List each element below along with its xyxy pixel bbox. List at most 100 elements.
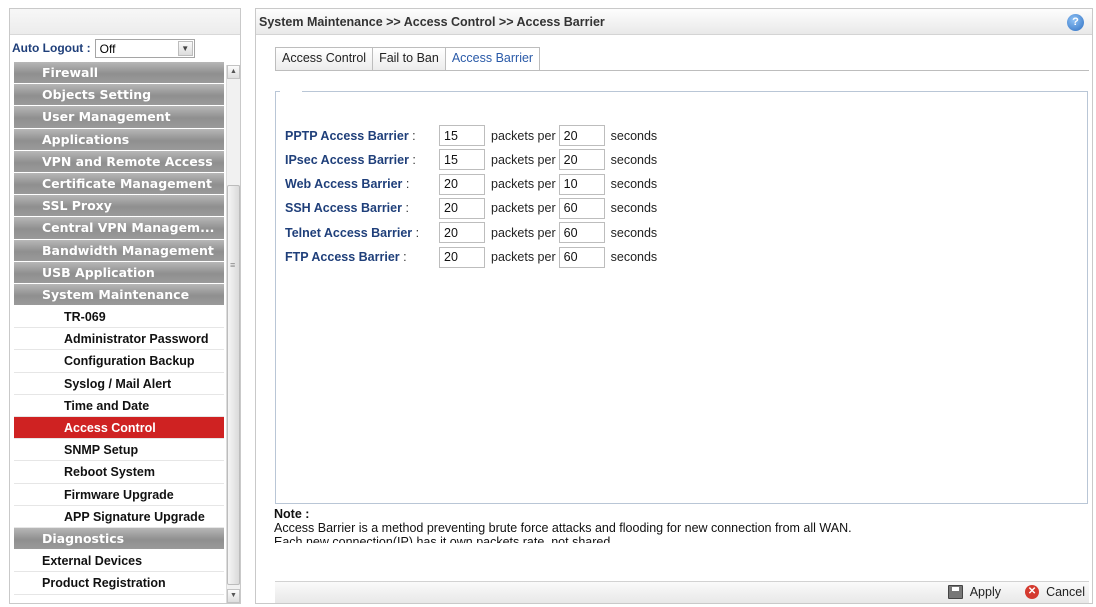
sidebar-item-firmware-upgrade[interactable]: Firmware Upgrade	[14, 483, 224, 506]
scrollbar-thumb[interactable]	[227, 185, 240, 585]
auto-logout-select[interactable]: Off ▼	[94, 38, 195, 58]
barrier-row: SSH Access Barrier : packets per seconds	[285, 197, 658, 219]
seconds-input[interactable]	[558, 246, 605, 268]
barrier-label-text: PPTP Access Barrier	[285, 128, 409, 143]
label-colon: :	[412, 225, 420, 240]
sidebar-item-time-and-date[interactable]: Time and Date	[14, 394, 224, 417]
sidebar-item-user-management[interactable]: User Management	[14, 106, 224, 129]
note-section: Note : Access Barrier is a method preven…	[274, 507, 1084, 543]
seconds-text: seconds	[610, 201, 658, 216]
barrier-label: Web Access Barrier :	[285, 177, 439, 191]
barrier-row: IPsec Access Barrier : packets per seconds	[285, 149, 658, 171]
seconds-input[interactable]	[558, 222, 605, 244]
tab-fail-to-ban[interactable]: Fail to Ban	[372, 47, 446, 70]
sidebar-menu: Firewall Objects Setting User Management Ap…	[10, 62, 224, 595]
page-title-bar: System Maintenance >> Access Control >> …	[256, 9, 1092, 35]
action-bar: Apply ✕ Cancel	[275, 581, 1089, 603]
auto-logout-label: Auto Logout :	[12, 41, 91, 55]
note-line-1: Access Barrier is a method preventing br…	[274, 521, 852, 535]
barrier-label-text: IPsec Access Barrier	[285, 152, 409, 167]
sidebar: Auto Logout : Off ▼ Firewall Objects Sett…	[9, 8, 241, 604]
sidebar-item-applications[interactable]: Applications	[14, 128, 224, 151]
main-panel: System Maintenance >> Access Control >> …	[255, 8, 1093, 604]
tab-access-barrier[interactable]: Access Barrier	[444, 47, 541, 71]
seconds-text: seconds	[610, 152, 658, 167]
auto-logout: Auto Logout : Off ▼	[10, 36, 240, 60]
sidebar-item-app-signature-upgrade[interactable]: APP Signature Upgrade	[14, 505, 224, 528]
sidebar-item-firewall[interactable]: Firewall	[14, 62, 224, 85]
chevron-down-icon[interactable]: ▼	[177, 40, 193, 56]
sidebar-item-access-control[interactable]: Access Control	[14, 417, 224, 440]
barrier-row: PPTP Access Barrier : packets per seconds	[285, 125, 657, 146]
sidebar-item-administrator-password[interactable]: Administrator Password	[14, 328, 224, 351]
sidebar-item-tr-069[interactable]: TR-069	[14, 306, 224, 329]
sidebar-item-syslog-mail-alert[interactable]: Syslog / Mail Alert	[14, 372, 224, 395]
barrier-row: Telnet Access Barrier : packets per second…	[285, 222, 658, 244]
cancel-button[interactable]: ✕ Cancel	[1025, 585, 1085, 599]
packets-input[interactable]	[439, 197, 485, 219]
barrier-label-text: Web Access Barrier	[285, 177, 403, 192]
packets-per-text: packets per	[491, 201, 556, 216]
sidebar-item-usb-application[interactable]: USB Application	[14, 261, 224, 284]
sidebar-item-central-vpn-managem[interactable]: Central VPN Managem...	[14, 217, 224, 240]
packets-input[interactable]	[439, 125, 485, 146]
label-colon: :	[401, 201, 409, 216]
sidebar-item-external-devices[interactable]: External Devices	[14, 550, 224, 573]
packets-input[interactable]	[439, 246, 485, 268]
seconds-text: seconds	[610, 177, 658, 192]
scroll-down-icon[interactable]: ▼	[227, 589, 240, 603]
sidebar-item-reboot-system[interactable]: Reboot System	[14, 461, 224, 484]
packets-per-text: packets per	[491, 250, 556, 264]
packets-input[interactable]	[439, 173, 485, 195]
barrier-row: FTP Access Barrier : packets per seconds	[285, 246, 658, 268]
seconds-input[interactable]	[558, 173, 605, 195]
sidebar-item-vpn-and-remote-access[interactable]: VPN and Remote Access	[14, 150, 224, 173]
packets-input[interactable]	[439, 149, 485, 171]
seconds-text: seconds	[610, 128, 658, 143]
sidebar-item-snmp-setup[interactable]: SNMP Setup	[14, 439, 224, 462]
barrier-label: IPsec Access Barrier :	[285, 153, 439, 167]
label-colon: :	[408, 128, 416, 143]
sidebar-item-certificate-management[interactable]: Certificate Management	[14, 172, 224, 196]
barrier-label: SSH Access Barrier :	[285, 201, 439, 215]
seconds-input[interactable]	[558, 125, 605, 146]
tab-bar: Access Control Fail to Ban Access Barrie…	[275, 47, 541, 71]
seconds-input[interactable]	[558, 197, 605, 219]
sidebar-scrollbar[interactable]: ▲ ≡ ▼	[226, 65, 240, 603]
panel-legend-gap	[280, 91, 302, 92]
sidebar-item-objects-setting[interactable]: Objects Setting	[14, 84, 224, 107]
sidebar-item-system-maintenance[interactable]: System Maintenance	[14, 283, 224, 307]
packets-per-text: packets per	[491, 177, 556, 192]
barrier-label: PPTP Access Barrier :	[285, 129, 439, 143]
save-icon	[947, 585, 963, 599]
label-colon: :	[399, 250, 407, 264]
sidebar-item-ssl-proxy[interactable]: SSL Proxy	[14, 195, 224, 218]
sidebar-top-strip	[10, 9, 240, 35]
breadcrumb: System Maintenance >> Access Control >> …	[259, 15, 605, 29]
scroll-up-icon[interactable]: ▲	[227, 65, 240, 79]
barrier-label-text: Telnet Access Barrier	[285, 225, 413, 240]
barrier-label: Telnet Access Barrier :	[285, 226, 439, 240]
sidebar-item-configuration-backup[interactable]: Configuration Backup	[14, 350, 224, 373]
packets-per-text: packets per	[491, 128, 556, 143]
seconds-input[interactable]	[558, 149, 605, 171]
barrier-label: FTP Access Barrier :	[285, 250, 439, 264]
label-colon: :	[408, 152, 416, 167]
seconds-text: seconds	[610, 250, 658, 264]
packets-input[interactable]	[439, 222, 485, 244]
barrier-row: Web Access Barrier : packets per seconds	[285, 173, 658, 195]
note-title: Note :	[274, 507, 310, 521]
app-root: Auto Logout : Off ▼ Firewall Objects Sett…	[0, 0, 1096, 607]
note-line-2: Each new connection(IP) has it own packe…	[274, 535, 614, 543]
apply-button[interactable]: Apply	[947, 585, 1001, 599]
help-icon[interactable]: ?	[1067, 14, 1084, 31]
sidebar-item-bandwidth-management[interactable]: Bandwidth Management	[14, 239, 224, 262]
sidebar-item-product-registration[interactable]: Product Registration	[14, 572, 224, 595]
scrollbar-grip-icon: ≡	[230, 260, 236, 270]
packets-per-text: packets per	[491, 225, 556, 240]
barrier-label-text: FTP Access Barrier	[285, 250, 400, 264]
sidebar-item-diagnostics[interactable]: Diagnostics	[14, 527, 224, 551]
tab-access-control[interactable]: Access Control	[275, 47, 374, 70]
label-colon: :	[402, 177, 410, 192]
seconds-text: seconds	[610, 225, 658, 240]
